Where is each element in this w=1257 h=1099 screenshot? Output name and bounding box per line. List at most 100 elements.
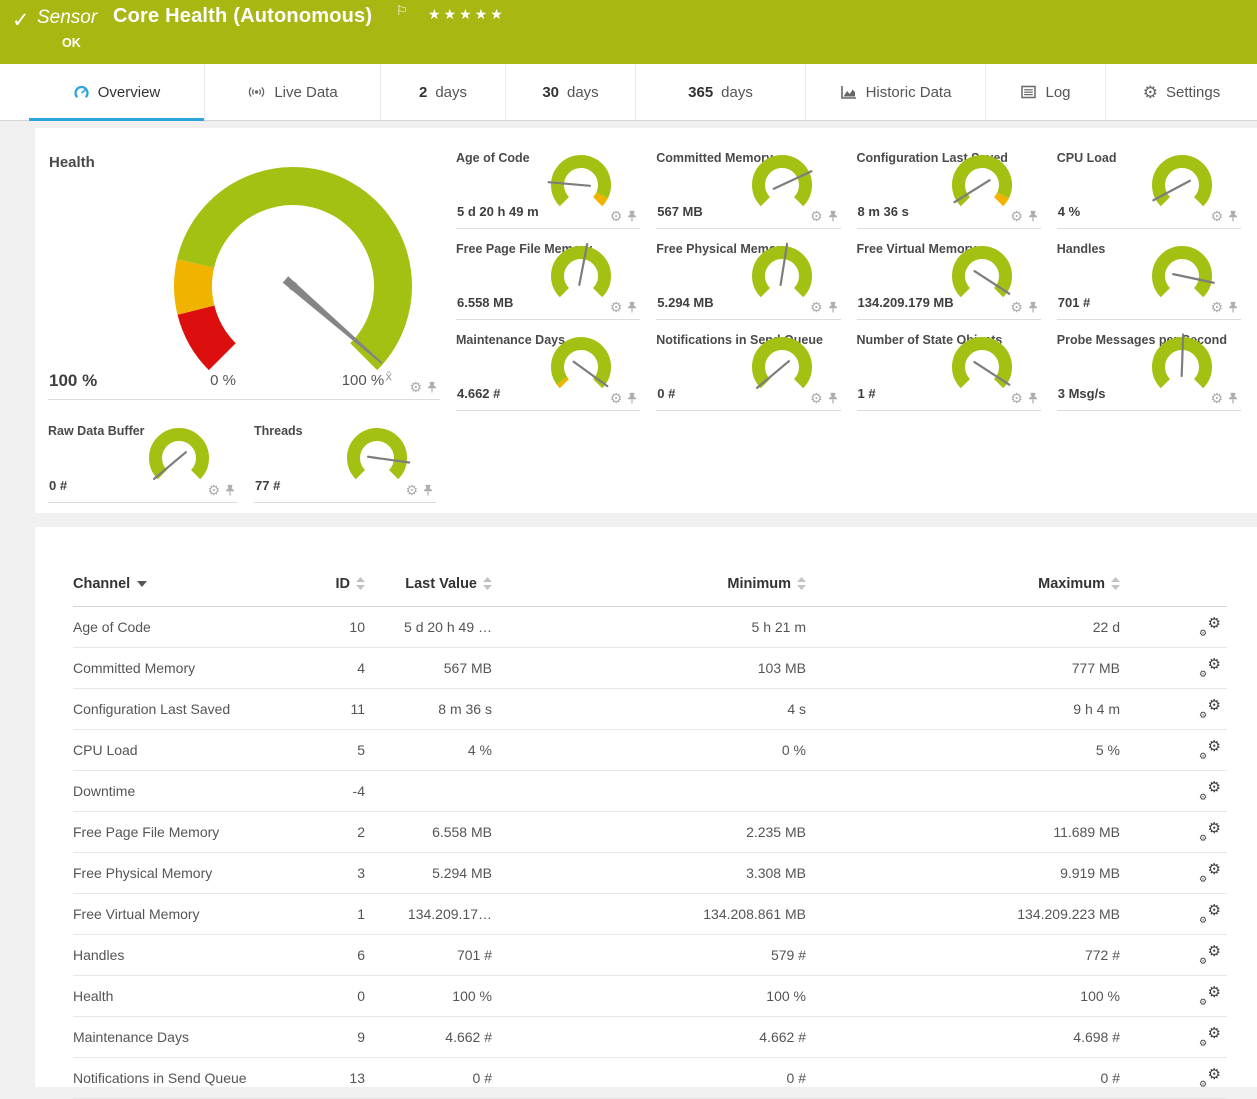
channel-id: 9 xyxy=(293,1029,365,1045)
pin-icon[interactable] xyxy=(224,483,236,497)
channel-last-value: 4 % xyxy=(365,742,492,758)
channel-name[interactable]: Age of Code xyxy=(73,619,293,635)
pin-icon[interactable] xyxy=(827,300,839,314)
channel-settings-icon[interactable]: ⚙⚙ xyxy=(1199,904,1221,924)
tab-historic-data[interactable]: Historic Data xyxy=(805,64,985,120)
gear-icon[interactable]: ⚙ xyxy=(1010,391,1023,405)
gear-icon[interactable]: ⚙ xyxy=(810,209,823,223)
channel-name[interactable]: Committed Memory xyxy=(73,660,293,676)
channel-name[interactable]: Health xyxy=(73,988,293,1004)
channel-settings-icon[interactable]: ⚙⚙ xyxy=(1199,740,1221,760)
gear-icon[interactable]: ⚙ xyxy=(610,209,623,223)
channel-name[interactable]: Maintenance Days xyxy=(73,1029,293,1045)
channel-minimum: 5 h 21 m xyxy=(492,619,806,635)
table-row[interactable]: Maintenance Days 9 4.662 # 4.662 # 4.698… xyxy=(73,1017,1227,1058)
gear-icon[interactable]: ⚙ xyxy=(1210,209,1223,223)
priority-stars[interactable]: ★★★★★ xyxy=(428,6,506,23)
channel-settings-icon[interactable]: ⚙⚙ xyxy=(1199,986,1221,1006)
table-row[interactable]: Age of Code 10 5 d 20 h 49 … 5 h 21 m 22… xyxy=(73,607,1227,648)
gauge-value: 134.209.179 MB xyxy=(858,295,954,310)
table-row[interactable]: Free Physical Memory 3 5.294 MB 3.308 MB… xyxy=(73,853,1227,894)
pin-icon[interactable] xyxy=(1227,209,1239,223)
gauge-chart xyxy=(544,150,618,212)
pin-icon[interactable] xyxy=(626,300,638,314)
channel-id: 0 xyxy=(293,988,365,1004)
pin-icon[interactable] xyxy=(1027,300,1039,314)
pin-icon[interactable] xyxy=(1027,391,1039,405)
status-badge: OK xyxy=(62,36,81,50)
channel-maximum: 11.689 MB xyxy=(806,824,1120,840)
pin-icon[interactable] xyxy=(626,391,638,405)
column-header-minimum[interactable]: Minimum xyxy=(492,576,806,592)
channel-settings-icon[interactable]: ⚙⚙ xyxy=(1199,617,1221,637)
gauge-icon xyxy=(73,84,90,101)
pin-icon[interactable] xyxy=(1227,391,1239,405)
tab-365-days[interactable]: 365 days xyxy=(635,64,805,120)
channel-settings-icon[interactable]: ⚙⚙ xyxy=(1199,945,1221,965)
channel-settings-icon[interactable]: ⚙⚙ xyxy=(1199,781,1221,801)
content-area: Health x̄0 %100 % 100 % ⚙ Age of Code 5 … xyxy=(0,121,1257,1087)
gauge-chart xyxy=(745,241,819,303)
area-chart-icon xyxy=(840,84,858,100)
tab-30-days[interactable]: 30 days xyxy=(505,64,635,120)
gear-icon[interactable]: ⚙ xyxy=(207,483,220,497)
table-row[interactable]: CPU Load 5 4 % 0 % 5 % ⚙⚙ xyxy=(73,730,1227,771)
gear-icon[interactable]: ⚙ xyxy=(405,483,418,497)
channel-settings-icon[interactable]: ⚙⚙ xyxy=(1199,863,1221,883)
tab-2-days[interactable]: 2 days xyxy=(380,64,505,120)
column-header-last-value[interactable]: Last Value xyxy=(365,576,492,592)
gauge-tile: Number of State Objects 1 # ⚙ xyxy=(857,320,1041,411)
gear-icon[interactable]: ⚙ xyxy=(1010,300,1023,314)
gear-icon[interactable]: ⚙ xyxy=(1210,391,1223,405)
gear-icon[interactable]: ⚙ xyxy=(610,300,623,314)
channel-name[interactable]: Downtime xyxy=(73,783,293,799)
channel-name[interactable]: Free Page File Memory xyxy=(73,824,293,840)
gauge-value: 0 # xyxy=(657,386,675,401)
gear-icon[interactable]: ⚙ xyxy=(1210,300,1223,314)
gear-icon[interactable]: ⚙ xyxy=(810,391,823,405)
pin-icon[interactable] xyxy=(1027,209,1039,223)
tab-log[interactable]: Log xyxy=(985,64,1105,120)
channel-minimum: 134.208.861 MB xyxy=(492,906,806,922)
channel-name[interactable]: Notifications in Send Queue xyxy=(73,1070,293,1086)
gear-icon[interactable]: ⚙ xyxy=(810,300,823,314)
flag-icon[interactable]: ⚐ xyxy=(396,3,408,19)
channel-name[interactable]: Free Virtual Memory xyxy=(73,906,293,922)
channel-maximum: 772 # xyxy=(806,947,1120,963)
column-header-channel[interactable]: Channel xyxy=(73,576,293,592)
table-row[interactable]: Configuration Last Saved 11 8 m 36 s 4 s… xyxy=(73,689,1227,730)
column-header-id[interactable]: ID xyxy=(293,576,365,592)
gear-icon[interactable]: ⚙ xyxy=(1010,209,1023,223)
pin-icon[interactable] xyxy=(422,483,434,497)
tab-overview[interactable]: Overview xyxy=(29,64,204,120)
pin-icon[interactable] xyxy=(626,209,638,223)
table-row[interactable]: Committed Memory 4 567 MB 103 MB 777 MB … xyxy=(73,648,1227,689)
table-row[interactable]: Free Virtual Memory 1 134.209.17… 134.20… xyxy=(73,894,1227,935)
channel-name[interactable]: Configuration Last Saved xyxy=(73,701,293,717)
pin-icon[interactable] xyxy=(827,391,839,405)
gear-icon[interactable]: ⚙ xyxy=(409,380,422,394)
tab-settings[interactable]: ⚙ Settings xyxy=(1105,64,1257,120)
channel-settings-icon[interactable]: ⚙⚙ xyxy=(1199,699,1221,719)
svg-text:100 %: 100 % xyxy=(342,372,385,389)
channel-name[interactable]: Handles xyxy=(73,947,293,963)
table-row[interactable]: Handles 6 701 # 579 # 772 # ⚙⚙ xyxy=(73,935,1227,976)
channel-minimum: 4 s xyxy=(492,701,806,717)
channel-settings-icon[interactable]: ⚙⚙ xyxy=(1199,1027,1221,1047)
table-row[interactable]: Downtime -4 ⚙⚙ xyxy=(73,771,1227,812)
table-row[interactable]: Health 0 100 % 100 % 100 % ⚙⚙ xyxy=(73,976,1227,1017)
channel-settings-icon[interactable]: ⚙⚙ xyxy=(1199,822,1221,842)
channel-settings-icon[interactable]: ⚙⚙ xyxy=(1199,658,1221,678)
tab-live-data[interactable]: Live Data xyxy=(204,64,380,120)
pin-icon[interactable] xyxy=(426,380,438,394)
gauge-tile: Committed Memory 567 MB ⚙ xyxy=(656,138,840,229)
channel-minimum: 0 # xyxy=(492,1070,806,1086)
channel-name[interactable]: CPU Load xyxy=(73,742,293,758)
channel-settings-icon[interactable]: ⚙⚙ xyxy=(1199,1068,1221,1088)
pin-icon[interactable] xyxy=(1227,300,1239,314)
column-header-maximum[interactable]: Maximum xyxy=(806,576,1120,592)
table-row[interactable]: Free Page File Memory 2 6.558 MB 2.235 M… xyxy=(73,812,1227,853)
pin-icon[interactable] xyxy=(827,209,839,223)
gear-icon[interactable]: ⚙ xyxy=(610,391,623,405)
channel-name[interactable]: Free Physical Memory xyxy=(73,865,293,881)
